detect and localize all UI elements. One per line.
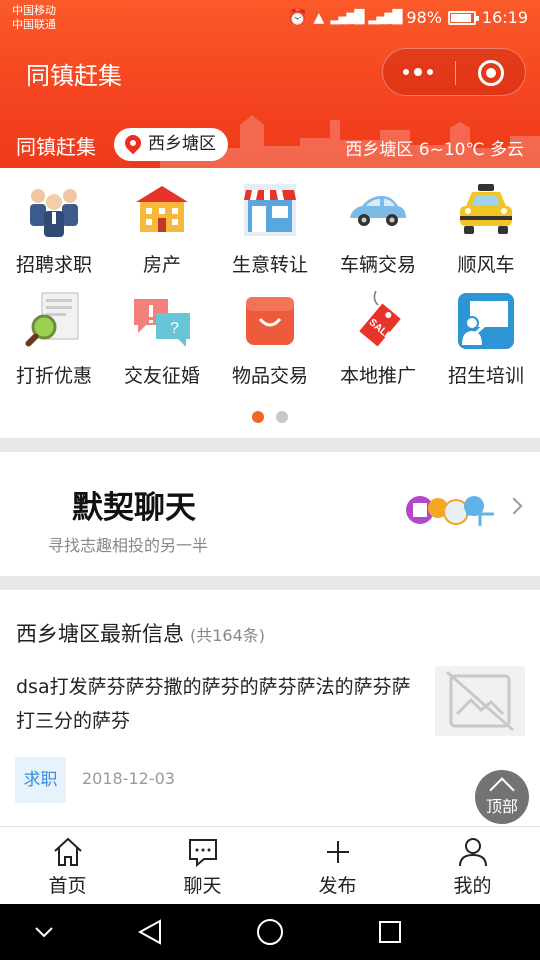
taxi-icon — [454, 178, 518, 242]
tab-home[interactable]: 首页 — [0, 827, 135, 905]
chat-banner-subtitle: 寻找志趣相投的另一半 — [48, 536, 209, 555]
home-icon — [51, 835, 85, 869]
chat-illustration-icon — [406, 496, 494, 526]
sub-title: 同镇赶集 — [16, 135, 96, 159]
plus-icon — [321, 835, 355, 869]
alarm-icon: ⏰ — [287, 8, 308, 27]
category-goods[interactable]: 物品交易 — [216, 289, 324, 388]
nav-recent-icon[interactable] — [379, 921, 401, 943]
nav-back-icon[interactable] — [137, 919, 161, 945]
post-text: dsa打发萨芬萨芬撒的萨芬的萨芬萨法的萨芬萨打三分的萨芬 — [16, 676, 411, 732]
category-house[interactable]: 房产 — [108, 178, 216, 277]
info-section-header: 西乡塘区最新信息 (共164条) — [16, 618, 265, 648]
tab-chat[interactable]: 聊天 — [135, 827, 270, 905]
nav-collapse-icon[interactable] — [35, 927, 53, 938]
tab-label: 发布 — [318, 875, 357, 897]
post-date: 2018-12-03 — [82, 769, 175, 788]
people-icon — [22, 178, 86, 242]
category-label: 物品交易 — [231, 365, 308, 387]
category-discount[interactable]: 打折优惠 — [0, 289, 108, 388]
carrier-1: 中国移动 — [12, 4, 56, 17]
category-carpool[interactable]: 顺风车 — [432, 178, 540, 277]
wifi-icon: ▲ — [313, 9, 325, 26]
section-divider — [0, 438, 540, 452]
system-nav-bar — [0, 904, 540, 960]
page-indicator — [252, 411, 288, 423]
building-icon — [130, 178, 194, 242]
more-menu-icon[interactable] — [403, 68, 433, 76]
user-icon — [456, 835, 490, 869]
info-count: (共164条) — [190, 626, 266, 645]
category-label: 招聘求职 — [15, 254, 92, 276]
tab-label: 我的 — [453, 875, 492, 897]
svg-text:?: ? — [170, 320, 179, 337]
carrier-info: 中国移动 中国联通 — [12, 4, 56, 32]
page-dot[interactable] — [276, 411, 288, 423]
signal-icon: ▂▄▆█ — [330, 10, 364, 25]
location-pin-icon — [121, 131, 145, 155]
category-label: 生意转让 — [231, 254, 308, 276]
battery-icon — [447, 10, 479, 25]
bag-icon — [238, 289, 302, 353]
category-label: 房产 — [142, 254, 181, 276]
car-icon — [346, 178, 410, 242]
status-bar: 中国移动 中国联通 ⏰ ▲ ▂▄▆█ ▂▄▆█ 98% 16:19 — [0, 0, 540, 36]
nav-home-icon[interactable] — [257, 919, 283, 945]
category-label: 顺风车 — [457, 254, 515, 276]
app-title: 同镇赶集 — [26, 62, 122, 90]
back-to-top-button[interactable]: 顶部 — [475, 770, 529, 824]
carrier-2: 中国联通 — [12, 18, 56, 31]
teacher-icon — [454, 289, 518, 353]
status-right: ⏰ ▲ ▂▄▆█ ▂▄▆█ 98% 16:19 — [288, 8, 528, 27]
category-label: 招生培训 — [447, 365, 524, 387]
category-dating[interactable]: ? 交友征婚 — [108, 289, 216, 388]
category-label: 车辆交易 — [339, 254, 416, 276]
image-placeholder-icon — [446, 670, 514, 732]
chat-bubbles-icon: ? — [130, 289, 194, 353]
chat-banner-title: 默契聊天 — [72, 490, 196, 526]
signal-icon-2: ▂▄▆█ — [368, 10, 402, 25]
tab-bar: 首页 聊天 发布 我的 — [0, 826, 540, 904]
close-target-icon[interactable] — [478, 60, 504, 86]
category-vehicle[interactable]: 车辆交易 — [324, 178, 432, 277]
location-label: 西乡塘区 — [148, 134, 216, 154]
magnifier-icon — [22, 289, 86, 353]
page-dot-active[interactable] — [252, 411, 264, 423]
category-tag: 求职 — [15, 757, 66, 803]
category-label: 打折优惠 — [15, 365, 92, 387]
category-recruit[interactable]: 招聘求职 — [0, 178, 108, 277]
category-promotion[interactable]: SALE 本地推广 — [324, 289, 432, 388]
section-divider — [0, 576, 540, 590]
category-business[interactable]: 生意转让 — [216, 178, 324, 277]
tab-publish[interactable]: 发布 — [270, 827, 405, 905]
shop-icon — [238, 178, 302, 242]
category-training[interactable]: 招生培训 — [432, 289, 540, 388]
info-heading: 西乡塘区最新信息 — [16, 622, 184, 646]
category-label: 本地推广 — [339, 365, 416, 387]
miniprogram-capsule — [382, 48, 526, 96]
chat-icon — [186, 835, 220, 869]
tab-label: 聊天 — [183, 875, 222, 897]
location-selector[interactable]: 西乡塘区 — [114, 128, 228, 161]
clock-time: 16:19 — [481, 8, 528, 27]
battery-percent: 98% — [406, 8, 442, 27]
category-label: 交友征婚 — [123, 365, 200, 387]
sale-tag-icon: SALE — [346, 289, 410, 353]
tab-label: 首页 — [48, 875, 87, 897]
post-thumbnail — [435, 666, 525, 736]
back-to-top-label: 顶部 — [485, 797, 518, 816]
weather-info: 西乡塘区 6~10℃ 多云 — [345, 140, 524, 160]
capsule-divider — [455, 61, 456, 85]
tab-mine[interactable]: 我的 — [405, 827, 540, 905]
